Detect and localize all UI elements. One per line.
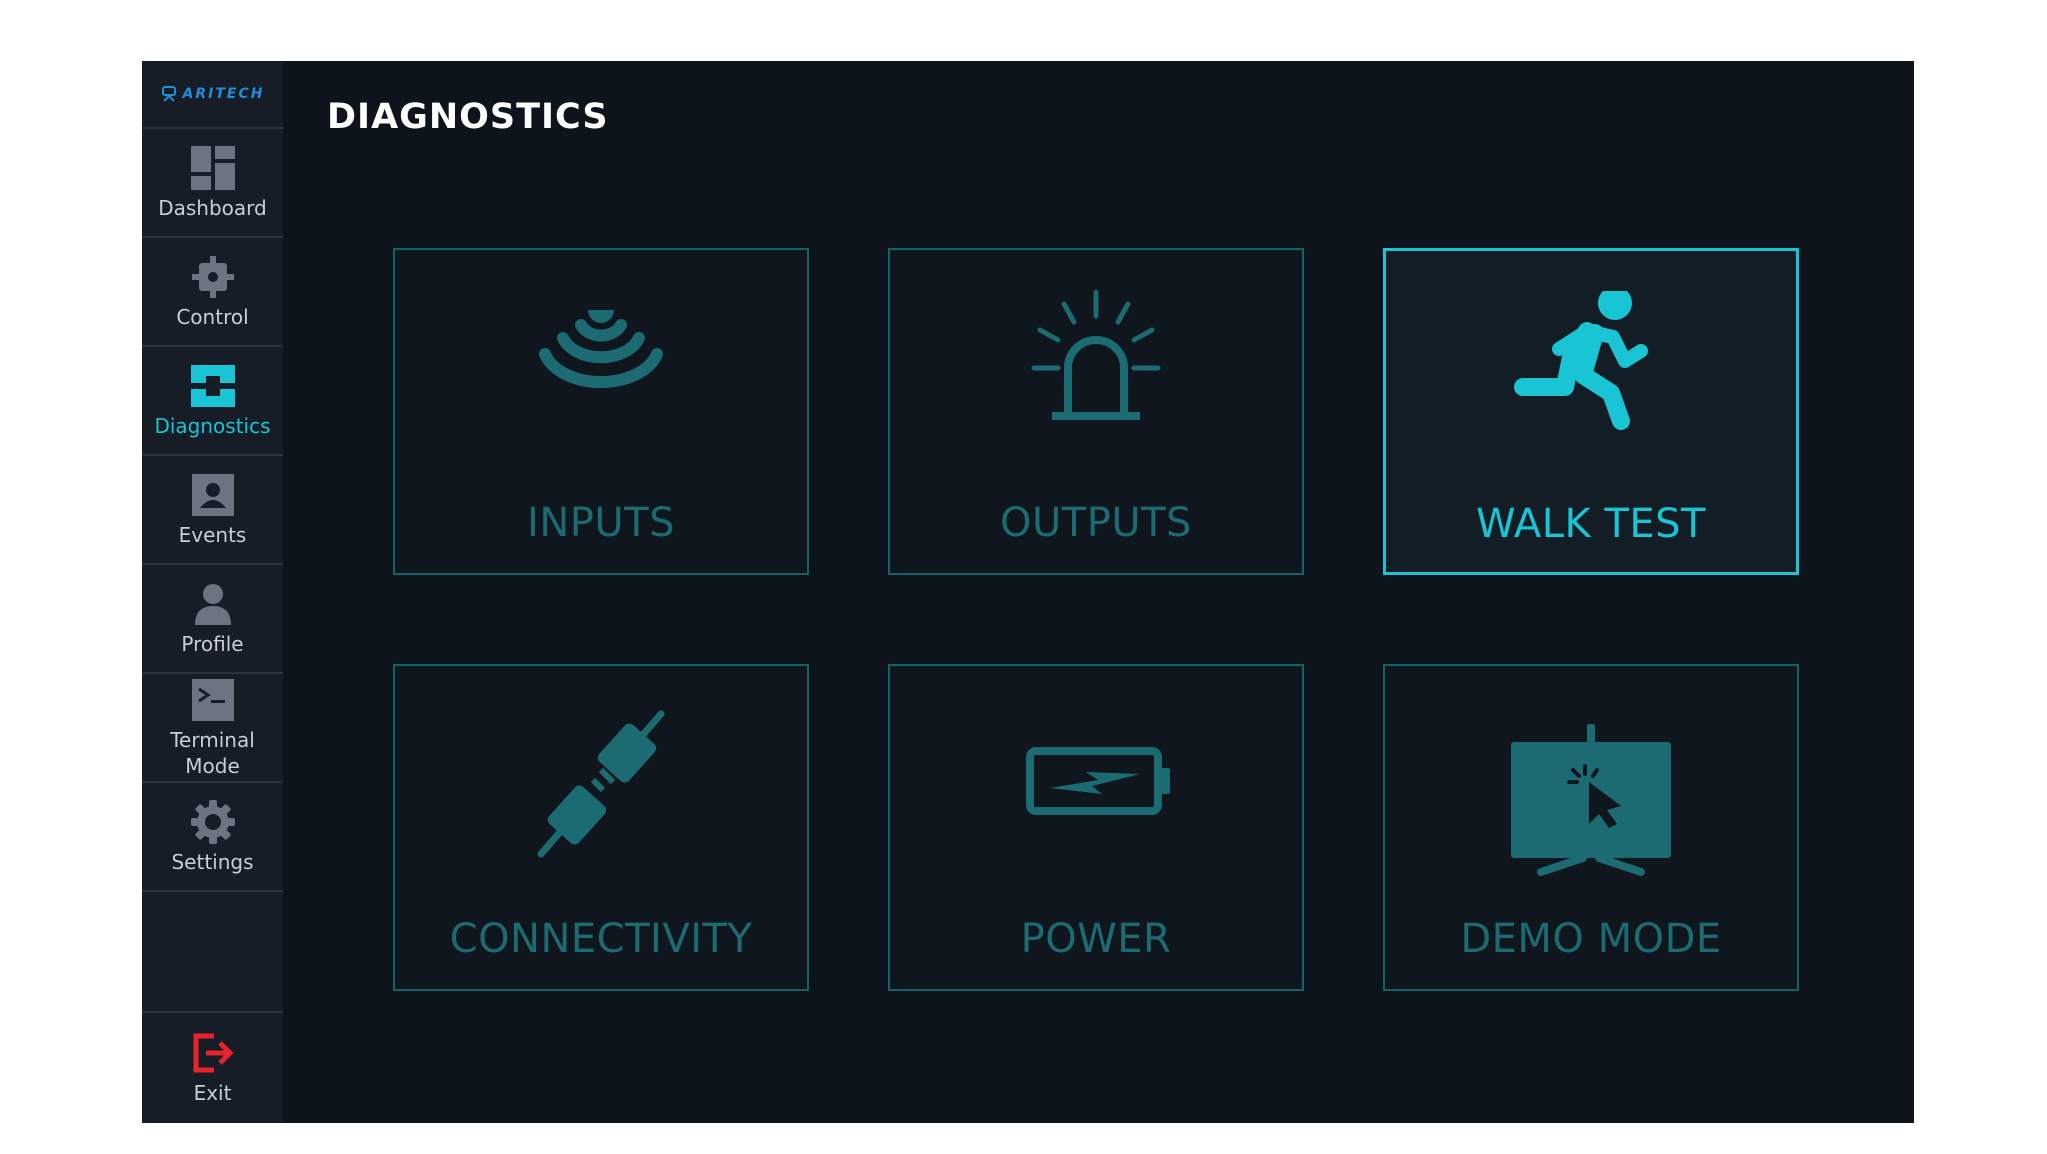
sidebar-item-label: Terminal Mode [170,727,255,778]
tile-label: CONNECTIVITY [449,916,753,962]
sidebar-item-profile[interactable]: Profile [142,565,283,674]
terminal-icon [190,677,236,723]
sidebar-item-label: Control [176,304,249,329]
inputs-tile[interactable]: INPUTS [393,248,809,575]
sidebar-item-control[interactable]: Control [142,238,283,347]
sidebar-item-terminal-mode[interactable]: Terminal Mode [142,674,283,783]
running-person-icon [1386,291,1796,451]
app-window: ARITECH Dashboard Control Diagnostics Ev… [142,61,1914,1123]
sidebar-item-dashboard[interactable]: Dashboard [142,129,283,238]
sidebar-item-label: Diagnostics [154,413,271,438]
sensor-waves-icon [395,290,807,450]
diagnostics-icon [190,363,236,409]
sidebar-item-events[interactable]: Events [142,456,283,565]
gear-icon [190,799,236,845]
tile-label: POWER [1020,916,1172,962]
logo: ARITECH [142,61,283,129]
sidebar-item-label: Events [178,522,247,547]
exit-button[interactable]: Exit [142,1011,283,1123]
outputs-tile[interactable]: OUTPUTS [888,248,1304,575]
control-icon [190,254,236,300]
sidebar-item-label: Profile [181,631,244,656]
power-tile[interactable]: POWER [888,664,1304,991]
plug-connector-icon [395,706,807,866]
tile-label: INPUTS [527,500,675,546]
tile-label: OUTPUTS [1000,500,1192,546]
walk-test-tile[interactable]: WALK TEST [1383,248,1799,575]
siren-icon [890,290,1302,450]
logo-icon [161,86,176,102]
events-icon [190,472,236,518]
logo-text: ARITECH [182,86,265,102]
sidebar-item-label: Dashboard [158,195,267,220]
battery-charging-icon [890,706,1302,866]
sidebar-item-settings[interactable]: Settings [142,783,283,892]
demo-mode-tile[interactable]: DEMO MODE [1383,664,1799,991]
tile-label: DEMO MODE [1460,916,1722,962]
dashboard-icon [190,145,236,191]
exit-label: Exit [193,1081,232,1105]
connectivity-tile[interactable]: CONNECTIVITY [393,664,809,991]
exit-icon [190,1030,236,1076]
sidebar-item-label: Settings [171,849,254,874]
sidebar: ARITECH Dashboard Control Diagnostics Ev… [142,61,283,1123]
tile-label: WALK TEST [1476,501,1706,547]
page-title: DIAGNOSTICS [327,97,609,137]
presentation-board-icon [1385,706,1797,876]
profile-icon [190,581,236,627]
sidebar-item-diagnostics[interactable]: Diagnostics [142,347,283,456]
